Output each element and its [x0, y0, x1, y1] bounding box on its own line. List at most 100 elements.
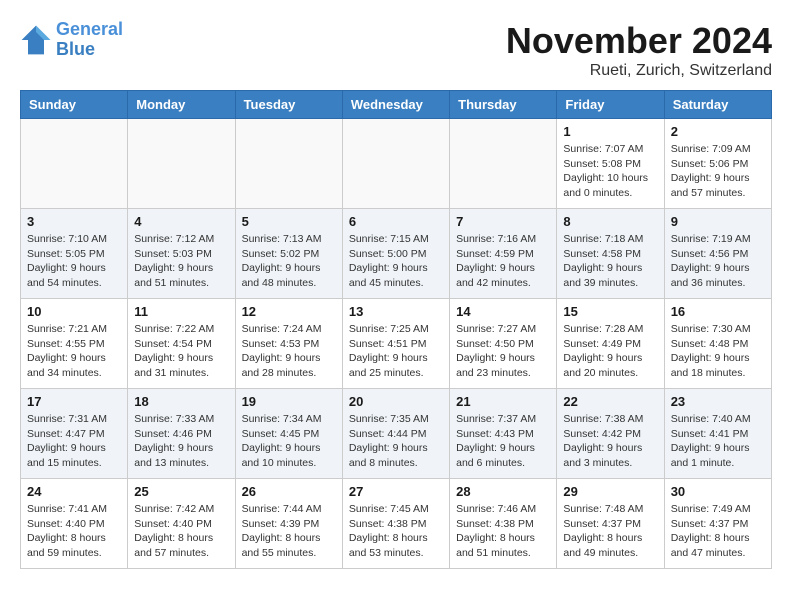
calendar-cell: 27 Sunrise: 7:45 AM Sunset: 4:38 PM Dayli…: [342, 479, 449, 569]
day-info: Sunrise: 7:13 AM Sunset: 5:02 PM Dayligh…: [242, 232, 336, 291]
day-info: Sunrise: 7:22 AM Sunset: 4:54 PM Dayligh…: [134, 322, 228, 381]
title-area: November 2024 Rueti, Zurich, Switzerland: [506, 20, 772, 80]
day-number: 30: [671, 484, 765, 499]
day-number: 21: [456, 394, 550, 409]
calendar-cell: 11Sunrise: 7:22 AM Sunset: 4:54 PM Dayli…: [128, 299, 235, 389]
calendar-cell: 5 Sunrise: 7:13 AM Sunset: 5:02 PM Daylig…: [235, 209, 342, 299]
day-info: Sunrise: 7:19 AM Sunset: 4:56 PM Dayligh…: [671, 232, 765, 291]
week-row-2: 3 Sunrise: 7:10 AM Sunset: 5:05 PM Daylig…: [21, 209, 772, 299]
calendar-cell: [235, 119, 342, 209]
calendar-cell: 4 Sunrise: 7:12 AM Sunset: 5:03 PM Daylig…: [128, 209, 235, 299]
day-info: Sunrise: 7:42 AM Sunset: 4:40 PM Dayligh…: [134, 502, 228, 561]
calendar-cell: 24 Sunrise: 7:41 AM Sunset: 4:40 PM Dayli…: [21, 479, 128, 569]
weekday-header-sunday: Sunday: [21, 91, 128, 119]
calendar-cell: 21Sunrise: 7:37 AM Sunset: 4:43 PM Dayli…: [450, 389, 557, 479]
calendar-cell: 7Sunrise: 7:16 AM Sunset: 4:59 PM Daylig…: [450, 209, 557, 299]
day-number: 26: [242, 484, 336, 499]
day-number: 8: [563, 214, 657, 229]
calendar-cell: 28Sunrise: 7:46 AM Sunset: 4:38 PM Dayli…: [450, 479, 557, 569]
weekday-header-monday: Monday: [128, 91, 235, 119]
day-info: Sunrise: 7:48 AM Sunset: 4:37 PM Dayligh…: [563, 502, 657, 561]
calendar-cell: 8 Sunrise: 7:18 AM Sunset: 4:58 PM Daylig…: [557, 209, 664, 299]
calendar-cell: 29 Sunrise: 7:48 AM Sunset: 4:37 PM Dayli…: [557, 479, 664, 569]
calendar-cell: 25 Sunrise: 7:42 AM Sunset: 4:40 PM Dayli…: [128, 479, 235, 569]
logo: General Blue: [20, 20, 123, 60]
day-number: 5: [242, 214, 336, 229]
calendar-cell: 18Sunrise: 7:33 AM Sunset: 4:46 PM Dayli…: [128, 389, 235, 479]
day-info: Sunrise: 7:41 AM Sunset: 4:40 PM Dayligh…: [27, 502, 121, 561]
day-info: Sunrise: 7:15 AM Sunset: 5:00 PM Dayligh…: [349, 232, 443, 291]
day-info: Sunrise: 7:12 AM Sunset: 5:03 PM Dayligh…: [134, 232, 228, 291]
week-row-3: 10Sunrise: 7:21 AM Sunset: 4:55 PM Dayli…: [21, 299, 772, 389]
day-info: Sunrise: 7:09 AM Sunset: 5:06 PM Dayligh…: [671, 142, 765, 201]
day-info: Sunrise: 7:49 AM Sunset: 4:37 PM Dayligh…: [671, 502, 765, 561]
day-number: 12: [242, 304, 336, 319]
day-info: Sunrise: 7:44 AM Sunset: 4:39 PM Dayligh…: [242, 502, 336, 561]
calendar-cell: 20Sunrise: 7:35 AM Sunset: 4:44 PM Dayli…: [342, 389, 449, 479]
week-row-4: 17 Sunrise: 7:31 AM Sunset: 4:47 PM Dayli…: [21, 389, 772, 479]
day-info: Sunrise: 7:40 AM Sunset: 4:41 PM Dayligh…: [671, 412, 765, 471]
day-info: Sunrise: 7:30 AM Sunset: 4:48 PM Dayligh…: [671, 322, 765, 381]
day-info: Sunrise: 7:24 AM Sunset: 4:53 PM Dayligh…: [242, 322, 336, 381]
calendar-cell: 9 Sunrise: 7:19 AM Sunset: 4:56 PM Daylig…: [664, 209, 771, 299]
day-number: 22: [563, 394, 657, 409]
day-number: 9: [671, 214, 765, 229]
calendar-cell: 22Sunrise: 7:38 AM Sunset: 4:42 PM Dayli…: [557, 389, 664, 479]
calendar-cell: [21, 119, 128, 209]
location-title: Rueti, Zurich, Switzerland: [506, 62, 772, 80]
weekday-header-friday: Friday: [557, 91, 664, 119]
day-number: 4: [134, 214, 228, 229]
day-number: 24: [27, 484, 121, 499]
weekday-header-row: SundayMondayTuesdayWednesdayThursdayFrid…: [21, 91, 772, 119]
day-info: Sunrise: 7:25 AM Sunset: 4:51 PM Dayligh…: [349, 322, 443, 381]
day-number: 28: [456, 484, 550, 499]
calendar-cell: 10Sunrise: 7:21 AM Sunset: 4:55 PM Dayli…: [21, 299, 128, 389]
day-number: 3: [27, 214, 121, 229]
calendar-cell: 13Sunrise: 7:25 AM Sunset: 4:51 PM Dayli…: [342, 299, 449, 389]
calendar-cell: 2 Sunrise: 7:09 AM Sunset: 5:06 PM Daylig…: [664, 119, 771, 209]
weekday-header-thursday: Thursday: [450, 91, 557, 119]
day-info: Sunrise: 7:45 AM Sunset: 4:38 PM Dayligh…: [349, 502, 443, 561]
day-info: Sunrise: 7:31 AM Sunset: 4:47 PM Dayligh…: [27, 412, 121, 471]
day-number: 15: [563, 304, 657, 319]
day-number: 2: [671, 124, 765, 139]
logo-icon: [20, 24, 52, 56]
day-number: 6: [349, 214, 443, 229]
calendar-cell: [342, 119, 449, 209]
calendar-cell: 3 Sunrise: 7:10 AM Sunset: 5:05 PM Daylig…: [21, 209, 128, 299]
calendar-cell: 12 Sunrise: 7:24 AM Sunset: 4:53 PM Dayli…: [235, 299, 342, 389]
day-number: 16: [671, 304, 765, 319]
week-row-1: 1 Sunrise: 7:07 AM Sunset: 5:08 PM Daylig…: [21, 119, 772, 209]
day-info: Sunrise: 7:35 AM Sunset: 4:44 PM Dayligh…: [349, 412, 443, 471]
weekday-header-wednesday: Wednesday: [342, 91, 449, 119]
calendar: SundayMondayTuesdayWednesdayThursdayFrid…: [20, 90, 772, 569]
header: General Blue November 2024 Rueti, Zurich…: [20, 20, 772, 80]
day-info: Sunrise: 7:33 AM Sunset: 4:46 PM Dayligh…: [134, 412, 228, 471]
calendar-cell: 14Sunrise: 7:27 AM Sunset: 4:50 PM Dayli…: [450, 299, 557, 389]
weekday-header-saturday: Saturday: [664, 91, 771, 119]
day-info: Sunrise: 7:07 AM Sunset: 5:08 PM Dayligh…: [563, 142, 657, 201]
day-number: 29: [563, 484, 657, 499]
calendar-cell: 23 Sunrise: 7:40 AM Sunset: 4:41 PM Dayli…: [664, 389, 771, 479]
day-info: Sunrise: 7:10 AM Sunset: 5:05 PM Dayligh…: [27, 232, 121, 291]
month-title: November 2024: [506, 20, 772, 62]
day-info: Sunrise: 7:28 AM Sunset: 4:49 PM Dayligh…: [563, 322, 657, 381]
day-info: Sunrise: 7:18 AM Sunset: 4:58 PM Dayligh…: [563, 232, 657, 291]
day-info: Sunrise: 7:27 AM Sunset: 4:50 PM Dayligh…: [456, 322, 550, 381]
day-number: 17: [27, 394, 121, 409]
day-number: 19: [242, 394, 336, 409]
day-number: 23: [671, 394, 765, 409]
calendar-cell: 16 Sunrise: 7:30 AM Sunset: 4:48 PM Dayli…: [664, 299, 771, 389]
day-number: 10: [27, 304, 121, 319]
day-number: 1: [563, 124, 657, 139]
day-info: Sunrise: 7:16 AM Sunset: 4:59 PM Dayligh…: [456, 232, 550, 291]
calendar-cell: 6 Sunrise: 7:15 AM Sunset: 5:00 PM Daylig…: [342, 209, 449, 299]
calendar-cell: [128, 119, 235, 209]
calendar-cell: 17 Sunrise: 7:31 AM Sunset: 4:47 PM Dayli…: [21, 389, 128, 479]
calendar-cell: 1 Sunrise: 7:07 AM Sunset: 5:08 PM Daylig…: [557, 119, 664, 209]
day-number: 27: [349, 484, 443, 499]
day-number: 25: [134, 484, 228, 499]
day-info: Sunrise: 7:34 AM Sunset: 4:45 PM Dayligh…: [242, 412, 336, 471]
calendar-cell: 30 Sunrise: 7:49 AM Sunset: 4:37 PM Dayli…: [664, 479, 771, 569]
calendar-cell: 19 Sunrise: 7:34 AM Sunset: 4:45 PM Dayli…: [235, 389, 342, 479]
